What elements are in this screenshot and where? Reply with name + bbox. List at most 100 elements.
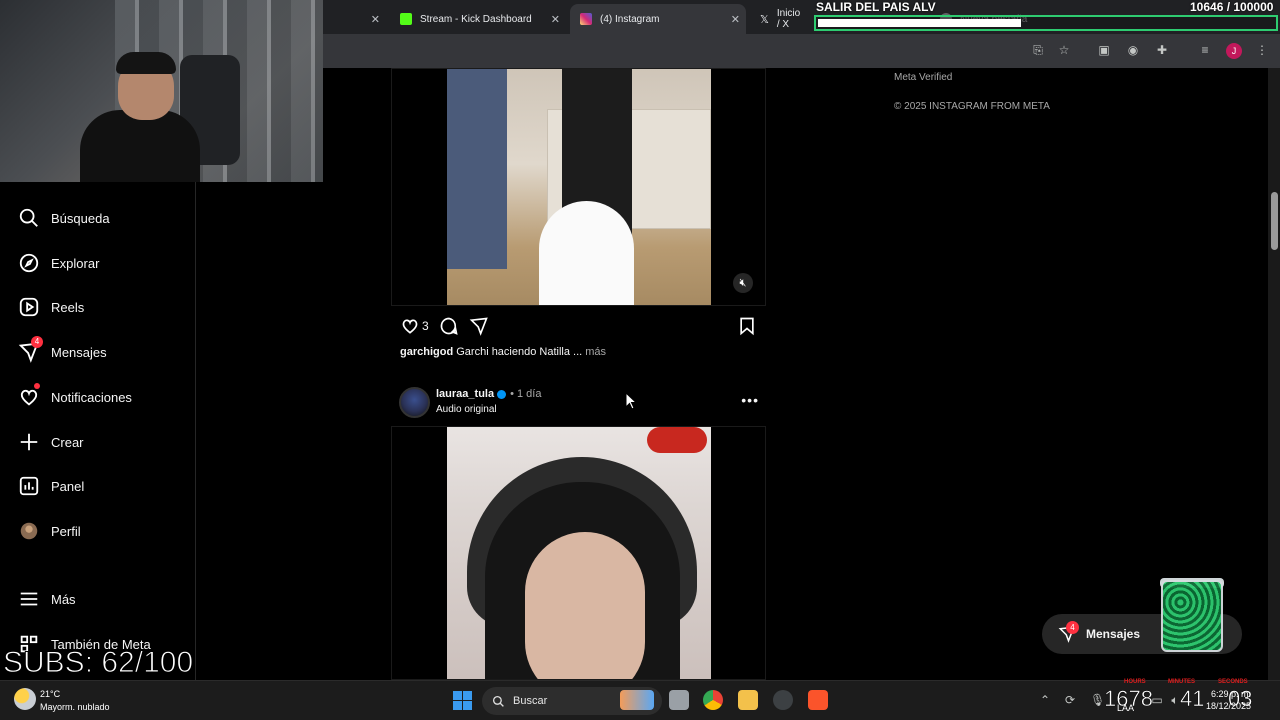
- close-tab-icon[interactable]: ✕: [551, 13, 560, 26]
- background-object: [647, 427, 707, 453]
- tray-app-icon[interactable]: ⟳: [1063, 693, 1077, 707]
- profile-avatar[interactable]: J: [1226, 43, 1242, 59]
- tab-instagram[interactable]: (4) Instagram ✕: [570, 4, 746, 34]
- menu-kebab-icon[interactable]: ⋮: [1255, 43, 1269, 57]
- caption-username[interactable]: garchigod: [400, 346, 453, 358]
- close-tab-icon[interactable]: ✕: [371, 13, 380, 26]
- windows-start-icon[interactable]: [453, 691, 472, 710]
- task-view-icon[interactable]: [669, 690, 689, 710]
- mouse-cursor-icon: [625, 392, 637, 410]
- timer-label-seconds: SECONDS: [1218, 679, 1248, 685]
- sidebar-item-create[interactable]: Crear: [18, 428, 84, 456]
- post-header: lauraa_tula • 1 día Audio original •••: [399, 386, 759, 420]
- face: [525, 532, 645, 679]
- feed: 🔇︎ 3 garchigod Garchi haciendo Natilla .…: [391, 68, 766, 680]
- tab-label: Inicio / X: [776, 8, 801, 30]
- search-icon: [19, 208, 38, 227]
- sidebar-item-search[interactable]: Búsqueda: [18, 204, 110, 232]
- messages-badge: 4: [1066, 621, 1079, 634]
- video-frame: [447, 69, 711, 305]
- streamer-hair: [116, 52, 176, 74]
- chrome-app-icon[interactable]: [703, 690, 723, 710]
- meta-verified-link[interactable]: Meta Verified: [894, 72, 952, 83]
- avatar[interactable]: [399, 387, 430, 418]
- network-icon[interactable]: ▭: [1150, 693, 1164, 707]
- close-tab-icon[interactable]: ✕: [731, 13, 740, 26]
- heart-icon: [20, 389, 38, 406]
- sidebar-item-more[interactable]: Más: [18, 585, 76, 613]
- copyright: © 2025 INSTAGRAM FROM META: [894, 101, 1050, 112]
- sidebar-item-profile[interactable]: Perfil: [18, 517, 81, 545]
- more-link[interactable]: más: [585, 346, 606, 358]
- goal-progress-bar: [814, 15, 1278, 31]
- plus-icon: [20, 433, 38, 451]
- sidebar-item-label: Explorar: [51, 255, 100, 271]
- file-explorer-icon[interactable]: [738, 690, 758, 710]
- webcam-overlay: [0, 0, 323, 182]
- post-video[interactable]: [391, 426, 766, 680]
- post-username-row: lauraa_tula • 1 día: [436, 388, 541, 400]
- subs-counter: SUBS: 62/100: [2, 646, 194, 680]
- clock-date: 18/12/2025: [1206, 701, 1252, 711]
- muted-icon[interactable]: 🔇︎: [733, 273, 753, 293]
- extension-icon[interactable]: ▣: [1097, 43, 1111, 57]
- likes-count: 3: [422, 319, 429, 333]
- language-indicator[interactable]: LAA: [1117, 703, 1134, 713]
- system-clock[interactable]: 6:29 p. m. 18/12/2025: [1206, 688, 1251, 712]
- microphone-icon[interactable]: 🎙︎: [1090, 693, 1105, 707]
- sidebar-item-notifications[interactable]: Notificaciones: [18, 383, 132, 411]
- video-frame: [447, 427, 711, 679]
- scrollbar[interactable]: [1268, 68, 1280, 680]
- sidebar-item-reels[interactable]: Reels: [18, 293, 84, 321]
- jar-overlay-icon: [1161, 580, 1223, 652]
- tab-x[interactable]: 𝕏 Inicio / X: [750, 4, 812, 34]
- post-username[interactable]: lauraa_tula: [436, 388, 494, 400]
- more-options-icon[interactable]: •••: [741, 392, 759, 408]
- post-video[interactable]: 🔇︎: [391, 68, 766, 306]
- bookmark-star-icon[interactable]: ☆: [1057, 43, 1071, 57]
- sidebar-item-label: Crear: [51, 434, 84, 450]
- search-icon: [492, 695, 504, 707]
- goal-title: SALIR DEL PAIS ALV: [816, 0, 936, 14]
- comment-icon[interactable]: [439, 316, 459, 336]
- sidebar-item-label: Perfil: [51, 523, 81, 539]
- sidebar-item-messages[interactable]: 4 Mensajes: [18, 336, 107, 366]
- sidebar-item-label: Búsqueda: [51, 210, 110, 226]
- white-chair: [539, 201, 634, 305]
- widget-app-icon[interactable]: [620, 690, 654, 710]
- like-heart-icon[interactable]: [400, 316, 420, 336]
- clock-time: 6:29 p. m.: [1211, 689, 1252, 699]
- volume-icon[interactable]: 🔈︎: [1168, 693, 1182, 707]
- brave-icon[interactable]: [808, 690, 828, 710]
- scrollbar-thumb[interactable]: [1271, 192, 1278, 250]
- timer-label-minutes: MINUTES: [1168, 679, 1195, 685]
- audio-label[interactable]: Audio original: [436, 404, 497, 415]
- tab-previous[interactable]: ✕: [328, 4, 386, 34]
- post-actions: 3: [400, 315, 499, 337]
- instagram-icon: [580, 13, 592, 25]
- share-icon[interactable]: [469, 316, 489, 336]
- goal-progress-fill: [818, 19, 1021, 27]
- reels-icon: [19, 297, 39, 317]
- puzzle-icon[interactable]: ✚: [1155, 43, 1169, 57]
- x-logo-icon: 𝕏: [760, 13, 769, 26]
- install-icon[interactable]: ⎘: [1031, 43, 1045, 57]
- weather-temp: 21°C: [40, 689, 61, 699]
- caption-text: Garchi haciendo Natilla ...: [456, 346, 583, 358]
- extension-icon[interactable]: ◉: [1126, 43, 1140, 57]
- timer-minutes: 41: [1180, 686, 1205, 712]
- media-control-icon[interactable]: ≡: [1198, 43, 1212, 57]
- save-bookmark-icon[interactable]: [737, 316, 757, 336]
- hamburger-icon: [20, 592, 38, 606]
- kick-icon: [400, 13, 412, 25]
- app-icon[interactable]: [773, 690, 793, 710]
- tab-label: Stream - Kick Dashboard: [420, 13, 532, 25]
- person-jeans: [447, 69, 507, 269]
- sidebar-item-label: Mensajes: [51, 344, 107, 360]
- sidebar-item-dashboard[interactable]: Panel: [18, 472, 84, 500]
- weather-icon[interactable]: [14, 688, 36, 710]
- tab-kick-dashboard[interactable]: Stream - Kick Dashboard ✕: [390, 4, 566, 34]
- sidebar-item-explore[interactable]: Explorar: [18, 249, 99, 277]
- tray-chevron-icon[interactable]: ⌃: [1038, 693, 1052, 707]
- sidebar-item-label: Notificaciones: [51, 389, 132, 405]
